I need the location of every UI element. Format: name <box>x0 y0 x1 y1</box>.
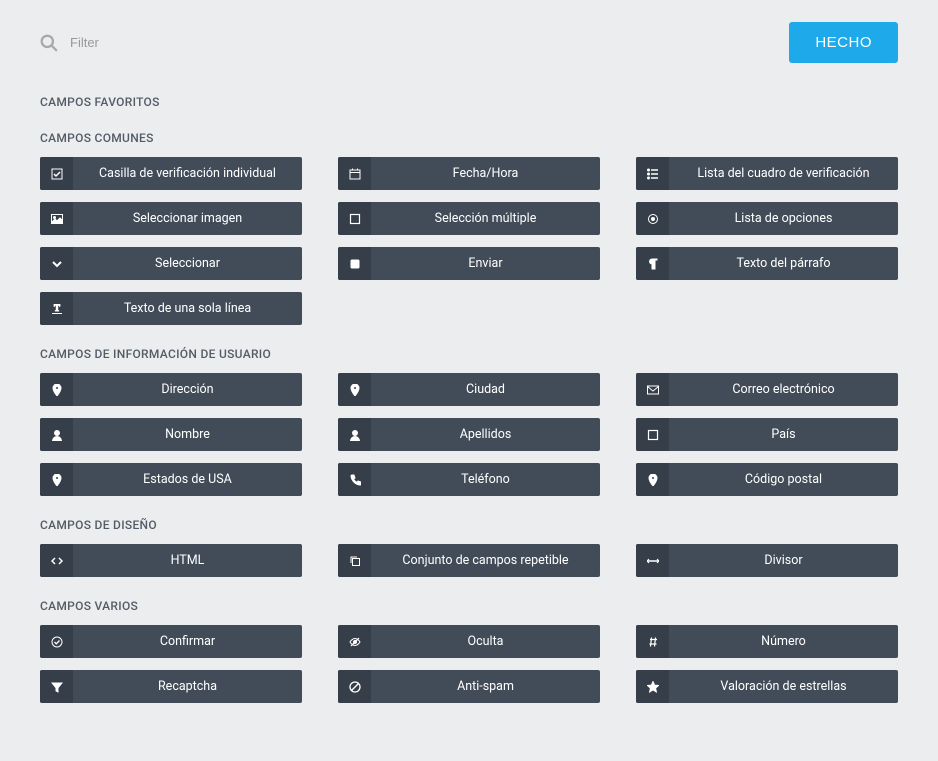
field-label: Selección múltiple <box>371 202 600 235</box>
square-outline-icon <box>338 202 371 235</box>
field-label: Código postal <box>669 463 898 496</box>
field-label: Texto del párrafo <box>669 247 898 280</box>
field-label: Número <box>669 625 898 658</box>
field-grid-misc: Confirmar Oculta Número Recaptcha Anti-spam V… <box>40 625 898 703</box>
field-tile[interactable]: Número <box>636 625 898 658</box>
field-label: HTML <box>73 544 302 577</box>
checkbox-single-icon <box>40 157 73 190</box>
field-tile[interactable]: Apellidos <box>338 418 600 451</box>
phone-icon <box>338 463 371 496</box>
field-tile[interactable]: Nombre <box>40 418 302 451</box>
section-title-favorites: CAMPOS FAVORITOS <box>40 95 898 109</box>
field-label: Valoración de estrellas <box>669 670 898 703</box>
star-icon <box>636 670 669 703</box>
hash-icon <box>636 625 669 658</box>
field-label: Texto de una sola línea <box>73 292 302 325</box>
field-tile[interactable]: Recaptcha <box>40 670 302 703</box>
field-label: Correo electrónico <box>669 373 898 406</box>
user-icon <box>40 418 73 451</box>
copy-icon <box>338 544 371 577</box>
envelope-icon <box>636 373 669 406</box>
field-label: Recaptcha <box>73 670 302 703</box>
filter-input[interactable] <box>70 35 270 50</box>
field-label: País <box>669 418 898 451</box>
eye-slash-icon <box>338 625 371 658</box>
field-tile[interactable]: Texto de una sola línea <box>40 292 302 325</box>
field-tile[interactable]: Lista de opciones <box>636 202 898 235</box>
field-label: Nombre <box>73 418 302 451</box>
circle-check-icon <box>40 625 73 658</box>
field-label: Confirmar <box>73 625 302 658</box>
pin-icon <box>338 373 371 406</box>
field-label: Anti-spam <box>371 670 600 703</box>
divider-icon <box>636 544 669 577</box>
field-tile[interactable]: Valoración de estrellas <box>636 670 898 703</box>
search-icon <box>40 34 58 52</box>
field-label: Teléfono <box>371 463 600 496</box>
field-label: Seleccionar imagen <box>73 202 302 235</box>
field-label: Estados de USA <box>73 463 302 496</box>
field-tile[interactable]: Oculta <box>338 625 600 658</box>
field-label: Apellidos <box>371 418 600 451</box>
section-title-userinfo: CAMPOS DE INFORMACIÓN DE USUARIO <box>40 347 898 361</box>
field-tile[interactable]: Texto del párrafo <box>636 247 898 280</box>
section-title-common: CAMPOS COMUNES <box>40 131 898 145</box>
image-icon <box>40 202 73 235</box>
field-tile[interactable]: Estados de USA <box>40 463 302 496</box>
calendar-icon <box>338 157 371 190</box>
field-grid-userinfo: Dirección Ciudad Correo electrónico Nombre A… <box>40 373 898 496</box>
field-tile[interactable]: Seleccionar <box>40 247 302 280</box>
field-tile[interactable]: Fecha/Hora <box>338 157 600 190</box>
filter-icon <box>40 670 73 703</box>
chevron-down-icon <box>40 247 73 280</box>
field-grid-layout: HTML Conjunto de campos repetible Divisor <box>40 544 898 577</box>
field-label: Dirección <box>73 373 302 406</box>
field-label: Conjunto de campos repetible <box>371 544 600 577</box>
ban-icon <box>338 670 371 703</box>
field-tile[interactable]: Teléfono <box>338 463 600 496</box>
pin-icon <box>40 373 73 406</box>
user-icon <box>338 418 371 451</box>
field-grid-common: Casilla de verificación individual Fecha/… <box>40 157 898 325</box>
target-icon <box>636 202 669 235</box>
field-label: Fecha/Hora <box>371 157 600 190</box>
field-tile[interactable]: Código postal <box>636 463 898 496</box>
field-label: Seleccionar <box>73 247 302 280</box>
field-label: Lista del cuadro de verificación <box>669 157 898 190</box>
field-tile[interactable]: Ciudad <box>338 373 600 406</box>
field-label: Divisor <box>669 544 898 577</box>
field-tile[interactable]: Anti-spam <box>338 670 600 703</box>
field-tile[interactable]: Lista del cuadro de verificación <box>636 157 898 190</box>
search-wrap <box>40 34 270 52</box>
field-tile[interactable]: Correo electrónico <box>636 373 898 406</box>
section-title-layout: CAMPOS DE DISEÑO <box>40 518 898 532</box>
field-tile[interactable]: Enviar <box>338 247 600 280</box>
pin-icon <box>40 463 73 496</box>
list-check-icon <box>636 157 669 190</box>
text-width-icon <box>40 292 73 325</box>
field-label: Lista de opciones <box>669 202 898 235</box>
pin-icon <box>636 463 669 496</box>
code-icon <box>40 544 73 577</box>
field-tile[interactable]: Conjunto de campos repetible <box>338 544 600 577</box>
field-tile[interactable]: País <box>636 418 898 451</box>
field-tile[interactable]: Confirmar <box>40 625 302 658</box>
field-tile[interactable]: Selección múltiple <box>338 202 600 235</box>
field-tile[interactable]: Divisor <box>636 544 898 577</box>
field-tile[interactable]: Seleccionar imagen <box>40 202 302 235</box>
paragraph-icon <box>636 247 669 280</box>
square-filled-icon <box>338 247 371 280</box>
field-tile[interactable]: HTML <box>40 544 302 577</box>
field-tile[interactable]: Casilla de verificación individual <box>40 157 302 190</box>
done-button[interactable]: HECHO <box>789 22 898 63</box>
section-title-misc: CAMPOS VARIOS <box>40 599 898 613</box>
field-label: Enviar <box>371 247 600 280</box>
field-label: Ciudad <box>371 373 600 406</box>
field-label: Oculta <box>371 625 600 658</box>
field-label: Casilla de verificación individual <box>73 157 302 190</box>
field-tile[interactable]: Dirección <box>40 373 302 406</box>
top-bar: HECHO <box>40 22 898 63</box>
square-outline-icon <box>636 418 669 451</box>
